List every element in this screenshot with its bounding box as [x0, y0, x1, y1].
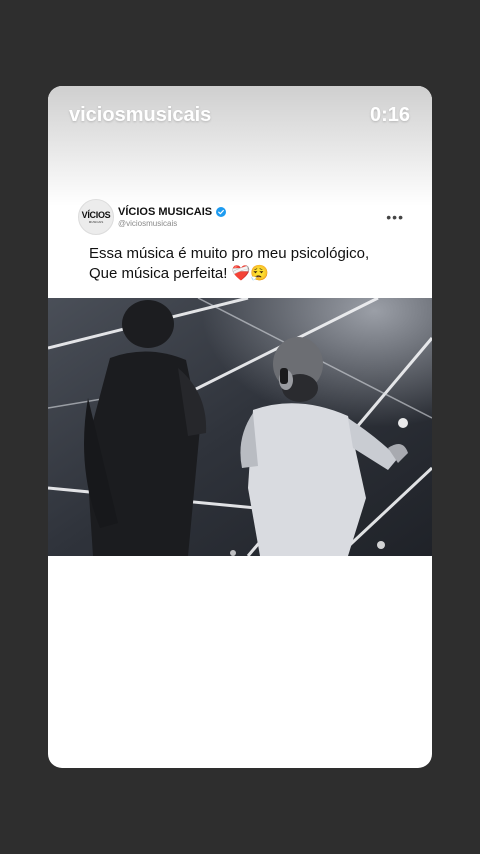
more-options-icon[interactable]: •••	[386, 210, 404, 224]
story-header: viciosmusicais 0:16	[69, 104, 410, 127]
exhale-face-emoji: 😮‍💨	[250, 265, 269, 282]
author-handle: @viciosmusicais	[118, 219, 178, 228]
verified-badge-icon	[216, 207, 227, 217]
story-card[interactable]: viciosmusicais 0:16 VÍCIOS MUSICAIS VÍCI…	[48, 86, 432, 768]
story-username[interactable]: viciosmusicais	[69, 104, 211, 127]
avatar-logo-text: VÍCIOS	[81, 209, 111, 220]
post-header: VÍCIOS MUSICAIS VÍCIOS MUSICAIS @viciosm…	[78, 199, 404, 235]
author-name-row: VÍCIOS MUSICAIS	[118, 206, 227, 218]
avatar-logo-subtext: MUSICAIS	[88, 219, 104, 224]
post-photo[interactable]	[48, 298, 432, 556]
avatar[interactable]: VÍCIOS MUSICAIS	[78, 199, 114, 235]
post-author: VÍCIOS MUSICAIS @viciosmusicais	[118, 206, 227, 228]
mending-heart-emoji: ❤️‍🩹	[231, 265, 251, 282]
caption-line-2-row: Que música perfeita! ❤️‍🩹😮‍💨	[89, 264, 412, 284]
concert-stage-image	[48, 298, 432, 556]
story-timer: 0:16	[369, 104, 410, 126]
caption-line-1: Essa música é muito pro meu psicológico,	[89, 245, 370, 262]
author-display-name[interactable]: VÍCIOS MUSICAIS	[118, 206, 212, 218]
caption-line-2: Que música perfeita!	[89, 265, 228, 282]
post-caption: Essa música é muito pro meu psicológico,…	[89, 244, 412, 284]
